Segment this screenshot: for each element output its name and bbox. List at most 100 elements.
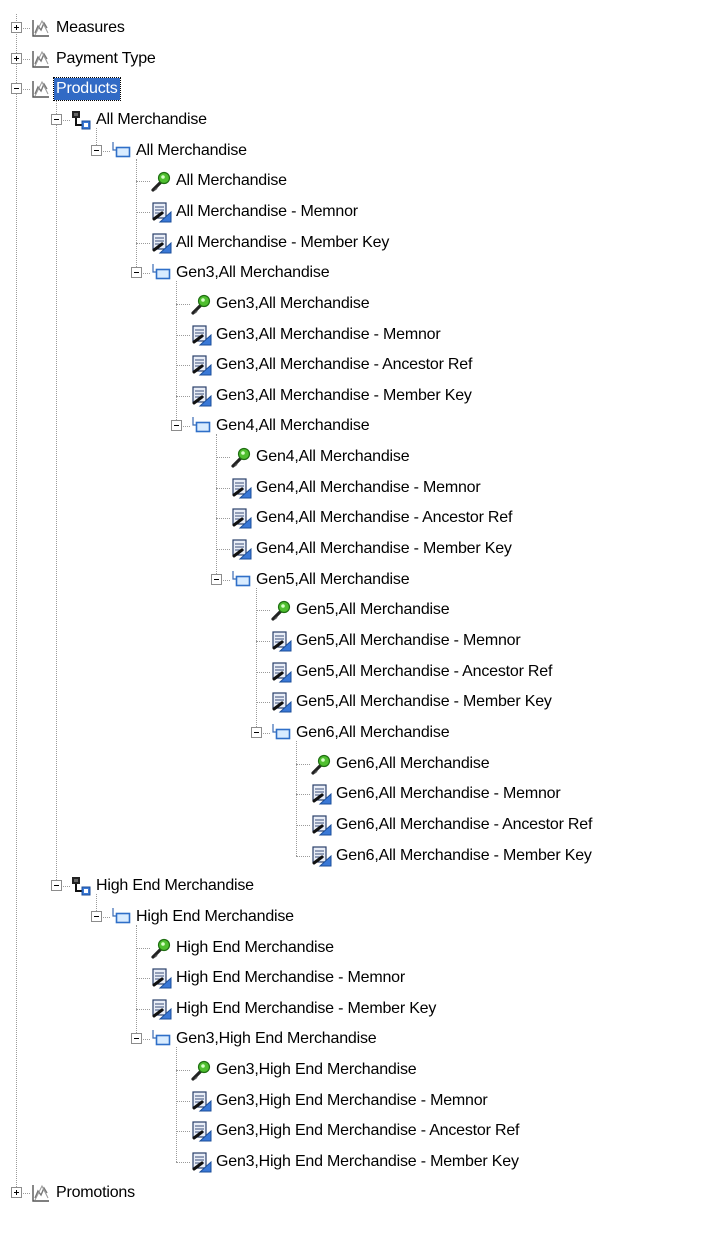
expand-toggle-plus-icon[interactable] <box>11 1186 22 1198</box>
level-icon <box>110 906 132 928</box>
tree-node-label[interactable]: Promotions <box>54 1182 137 1204</box>
tree-node-label[interactable]: Gen4,All Merchandise - Member Key <box>254 538 514 560</box>
tree-node-key[interactable]: High End Merchandise <box>0 933 721 963</box>
tree-node-attribute[interactable]: High End Merchandise - Memnor <box>0 963 721 993</box>
tree-node-attribute[interactable]: Gen5,All Merchandise - Memnor <box>0 626 721 656</box>
tree-node-label[interactable]: High End Merchandise <box>174 937 336 959</box>
tree-node-label[interactable]: High End Merchandise - Memnor <box>174 967 407 989</box>
tree-node-key[interactable]: Gen5,All Merchandise <box>0 595 721 625</box>
tree-node-attribute[interactable]: Gen3,High End Merchandise - Member Key <box>0 1147 721 1177</box>
tree-node-attribute[interactable]: Gen4,All Merchandise - Memnor <box>0 473 721 503</box>
collapse-toggle-minus-icon[interactable] <box>51 113 62 125</box>
tree-node-key[interactable]: Gen3,High End Merchandise <box>0 1055 721 1085</box>
tree-node-label[interactable]: Gen3,High End Merchandise <box>174 1028 378 1050</box>
tree-node-label[interactable]: All Merchandise <box>174 170 289 192</box>
expand-toggle-plus-icon[interactable] <box>11 52 22 64</box>
tree-node-key[interactable]: Gen6,All Merchandise <box>0 749 721 779</box>
tree-node-label[interactable]: Gen6,All Merchandise <box>334 753 491 775</box>
attribute-icon <box>150 232 172 254</box>
attribute-icon <box>190 354 212 376</box>
tree-node-attribute[interactable]: Gen4,All Merchandise - Member Key <box>0 534 721 564</box>
attribute-icon <box>310 814 332 836</box>
tree-node-attribute[interactable]: Gen3,All Merchandise - Memnor <box>0 320 721 350</box>
tree-node-label[interactable]: All Merchandise <box>94 109 209 131</box>
tree-node-label[interactable]: All Merchandise <box>134 140 249 162</box>
tree-node-level[interactable]: Gen6,All Merchandise <box>0 718 721 748</box>
tree-node-label[interactable]: Gen6,All Merchandise - Member Key <box>334 845 594 867</box>
tree-node-label[interactable]: Gen6,All Merchandise - Memnor <box>334 783 563 805</box>
tree-node-dimension[interactable]: Products <box>0 74 721 104</box>
tree-node-label[interactable]: Gen3,High End Merchandise <box>214 1059 418 1081</box>
tree-node-attribute[interactable]: Gen3,All Merchandise - Ancestor Ref <box>0 350 721 380</box>
key-icon <box>190 1059 212 1081</box>
collapse-toggle-minus-icon[interactable] <box>91 910 102 922</box>
tree-node-key[interactable]: All Merchandise <box>0 166 721 196</box>
tree-node-level[interactable]: Gen3,High End Merchandise <box>0 1024 721 1054</box>
tree-node-label[interactable]: Gen4,All Merchandise <box>214 415 371 437</box>
tree-node-attribute[interactable]: Gen6,All Merchandise - Memnor <box>0 779 721 809</box>
collapse-toggle-minus-icon[interactable] <box>251 726 262 738</box>
tree-node-label[interactable]: Payment Type <box>54 48 158 70</box>
collapse-toggle-minus-icon[interactable] <box>171 420 182 432</box>
tree-node-label[interactable]: Gen5,All Merchandise - Ancestor Ref <box>294 661 554 683</box>
tree-node-label[interactable]: All Merchandise - Member Key <box>174 232 391 254</box>
tree-node-label[interactable]: Gen4,All Merchandise <box>254 446 411 468</box>
tree-node-label[interactable]: High End Merchandise - Member Key <box>174 998 438 1020</box>
tree-node-level[interactable]: Gen4,All Merchandise <box>0 411 721 441</box>
tree-node-dimension[interactable]: Payment Type <box>0 44 721 74</box>
tree-node-label[interactable]: Gen4,All Merchandise - Ancestor Ref <box>254 507 514 529</box>
tree-node-label[interactable]: Gen5,All Merchandise <box>254 569 411 591</box>
tree-node-level[interactable]: Gen5,All Merchandise <box>0 565 721 595</box>
tree-node-attribute[interactable]: All Merchandise - Memnor <box>0 197 721 227</box>
collapse-toggle-minus-icon[interactable] <box>11 83 22 95</box>
tree-node-label[interactable]: Gen4,All Merchandise - Memnor <box>254 477 483 499</box>
tree-node-label[interactable]: Gen3,All Merchandise <box>214 293 371 315</box>
tree-node-hierarchy[interactable]: High End Merchandise <box>0 871 721 901</box>
tree-node-label[interactable]: High End Merchandise <box>134 906 296 928</box>
tree-node-label[interactable]: Gen6,All Merchandise - Ancestor Ref <box>334 814 594 836</box>
key-icon <box>190 293 212 315</box>
tree-node-hierarchy[interactable]: All Merchandise <box>0 105 721 135</box>
tree-node-label[interactable]: Gen3,High End Merchandise - Ancestor Ref <box>214 1120 521 1142</box>
tree-node-label[interactable]: Measures <box>54 17 127 39</box>
tree-node-label[interactable]: Products <box>53 77 121 102</box>
expand-toggle-plus-icon[interactable] <box>11 22 22 33</box>
tree-node-key[interactable]: Gen4,All Merchandise <box>0 442 721 472</box>
tree-node-key[interactable]: Gen3,All Merchandise <box>0 289 721 319</box>
tree-node-attribute[interactable]: Gen3,High End Merchandise - Ancestor Ref <box>0 1116 721 1146</box>
tree-node-attribute[interactable]: Gen6,All Merchandise - Member Key <box>0 841 721 871</box>
tree-node-attribute[interactable]: Gen6,All Merchandise - Ancestor Ref <box>0 810 721 840</box>
tree-node-label[interactable]: Gen3,High End Merchandise - Memnor <box>214 1090 490 1112</box>
attribute-icon <box>150 998 172 1020</box>
collapse-toggle-minus-icon[interactable] <box>131 267 142 279</box>
tree-node-attribute[interactable]: High End Merchandise - Member Key <box>0 994 721 1024</box>
tree-node-label[interactable]: Gen5,All Merchandise <box>294 599 451 621</box>
tree-node-level[interactable]: Gen3,All Merchandise <box>0 258 721 288</box>
tree-node-attribute[interactable]: Gen3,High End Merchandise - Memnor <box>0 1086 721 1116</box>
tree-node-label[interactable]: Gen5,All Merchandise - Memnor <box>294 630 523 652</box>
tree-node-level[interactable]: All Merchandise <box>0 136 721 166</box>
tree-node-label[interactable]: Gen6,All Merchandise <box>294 722 451 744</box>
tree-node-label[interactable]: Gen5,All Merchandise - Member Key <box>294 691 554 713</box>
tree-node-attribute[interactable]: Gen4,All Merchandise - Ancestor Ref <box>0 503 721 533</box>
collapse-toggle-minus-icon[interactable] <box>131 1033 142 1045</box>
tree-node-level[interactable]: High End Merchandise <box>0 902 721 932</box>
tree-node-label[interactable]: All Merchandise - Memnor <box>174 201 360 223</box>
tree-node-dimension[interactable]: Promotions <box>0 1178 721 1208</box>
tree-node-label[interactable]: Gen3,All Merchandise <box>174 262 331 284</box>
tree-node-attribute[interactable]: Gen5,All Merchandise - Member Key <box>0 687 721 717</box>
tree-node-attribute[interactable]: All Merchandise - Member Key <box>0 228 721 258</box>
collapse-toggle-minus-icon[interactable] <box>211 573 222 585</box>
tree-node-label[interactable]: High End Merchandise <box>94 875 256 897</box>
level-icon <box>190 415 212 437</box>
attribute-icon <box>190 1151 212 1173</box>
tree-node-label[interactable]: Gen3,All Merchandise - Ancestor Ref <box>214 354 474 376</box>
tree-node-label[interactable]: Gen3,All Merchandise - Member Key <box>214 385 474 407</box>
collapse-toggle-minus-icon[interactable] <box>51 880 62 892</box>
tree-node-dimension[interactable]: Measures <box>0 13 721 43</box>
tree-node-attribute[interactable]: Gen5,All Merchandise - Ancestor Ref <box>0 657 721 687</box>
tree-node-label[interactable]: Gen3,High End Merchandise - Member Key <box>214 1151 521 1173</box>
collapse-toggle-minus-icon[interactable] <box>91 144 102 156</box>
tree-node-attribute[interactable]: Gen3,All Merchandise - Member Key <box>0 381 721 411</box>
tree-node-label[interactable]: Gen3,All Merchandise - Memnor <box>214 324 443 346</box>
